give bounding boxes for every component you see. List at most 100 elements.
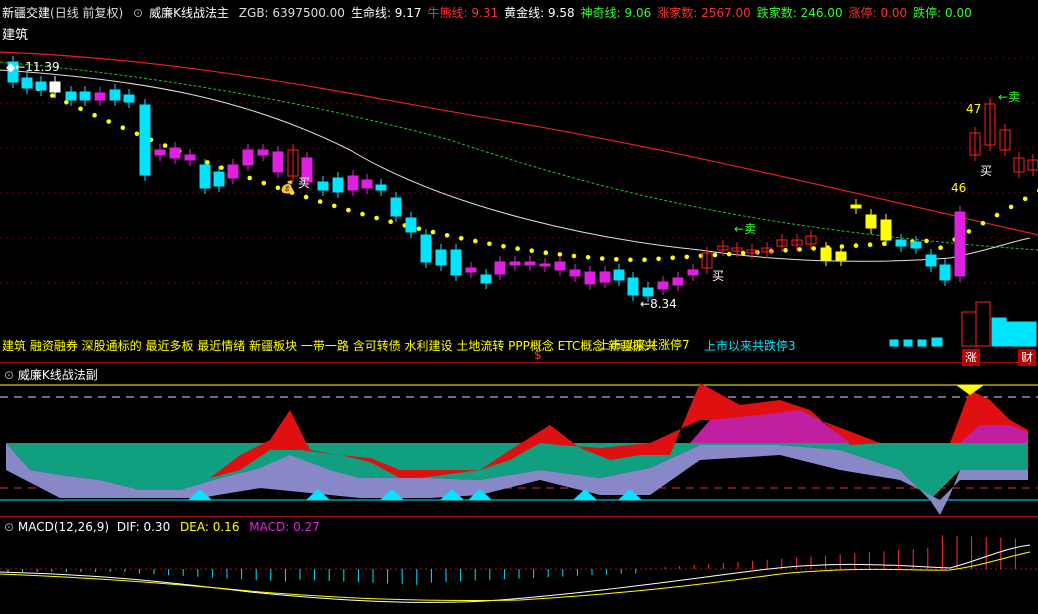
support-dot (261, 180, 267, 186)
candle-body (925, 254, 937, 267)
life-line (0, 69, 1031, 262)
support-dot (614, 257, 619, 262)
support-dot (726, 251, 732, 257)
money-bag-icon: 💰 (280, 180, 295, 194)
macd-title[interactable]: MACD(12,26,9) (18, 520, 109, 534)
candle-body (420, 234, 432, 263)
candle-body (199, 164, 211, 189)
support-dot (473, 238, 478, 244)
sub-indicator-title[interactable]: 威廉K线战法副 (18, 368, 98, 382)
buy-signal-1: 买 (298, 176, 311, 190)
candle-body (524, 261, 536, 266)
macd-label: MACD: 0.27 (249, 520, 320, 534)
support-dot (769, 248, 774, 254)
support-dot (78, 106, 83, 112)
volume-bar (1021, 321, 1037, 347)
limit-up-count: 上市以来共涨停7 (598, 338, 690, 352)
candle-body (332, 177, 344, 193)
dropdown-icon[interactable]: ⊙ (4, 368, 14, 382)
volume-bar (917, 339, 927, 347)
candle-body (65, 91, 77, 101)
candle-body (435, 249, 447, 266)
support-dot (599, 256, 605, 261)
support-dot (360, 211, 365, 217)
support-dot (92, 112, 97, 118)
candle-body (49, 81, 61, 93)
candle-body (895, 239, 907, 247)
candle-body (213, 171, 225, 187)
support-dot (656, 256, 661, 262)
volume-bar (961, 311, 977, 347)
support-dot (501, 244, 506, 249)
candle-body (627, 277, 639, 296)
dea-label: DEA: 0.16 (180, 520, 240, 534)
volume-bar (903, 339, 913, 347)
cai-badge[interactable]: 财 (1018, 349, 1037, 366)
support-dot (303, 194, 309, 200)
candle-body (939, 264, 951, 281)
candle-body (480, 274, 492, 284)
support-dot (120, 125, 126, 130)
support-dot (388, 219, 394, 224)
support-dot (64, 100, 69, 105)
support-dot (811, 246, 816, 251)
support-dot (106, 119, 111, 124)
candle-body (123, 94, 135, 103)
support-dot (487, 241, 492, 247)
support-dot (247, 175, 252, 181)
support-dot (430, 229, 436, 235)
candle-body (227, 164, 239, 179)
support-dot (628, 257, 633, 263)
candle-body (169, 147, 181, 159)
candle-body (687, 269, 699, 276)
candle-body (910, 241, 922, 249)
low-price-label: ←8.34 (640, 297, 677, 311)
volume-bar (931, 337, 943, 347)
panel-divider-2[interactable] (0, 516, 1038, 517)
support-dot (346, 207, 351, 213)
candle-body (599, 271, 611, 283)
support-dot (543, 250, 549, 255)
concept-list: 建筑 融资融券 深股通标的 最近多板 最近情绪 新疆板块 一带一路 含可转债 水… (2, 339, 657, 353)
panel-divider-1[interactable] (0, 362, 1038, 363)
support-dot (924, 238, 929, 244)
count-46-label: 46 (951, 181, 967, 195)
support-dot (783, 248, 788, 253)
volume-bar (991, 317, 1007, 347)
candle-body (79, 91, 91, 101)
support-dot (585, 254, 591, 260)
support-dot (515, 246, 520, 251)
support-dot (642, 257, 647, 263)
buy-signal-2: 买 (712, 269, 725, 283)
candle-body (450, 249, 462, 276)
candle-body (184, 154, 196, 161)
zhang-badge[interactable]: 涨 (962, 349, 981, 366)
candle-body (35, 81, 47, 91)
support-dot (416, 226, 422, 232)
candle-body (554, 261, 566, 271)
sell-signal-2: ←卖 (998, 90, 1021, 104)
candle-body (820, 247, 832, 261)
support-dot (458, 236, 464, 241)
candle-body (317, 181, 329, 191)
candle-body (865, 214, 877, 229)
volume-bar (1006, 321, 1022, 347)
support-dot (698, 253, 704, 259)
candle-body (375, 184, 387, 191)
candle-body (672, 277, 684, 286)
support-dot (205, 160, 210, 165)
candle-body (539, 263, 551, 267)
volume-bar (975, 301, 991, 347)
candle-body (405, 217, 417, 233)
support-dot (1008, 204, 1014, 210)
buy-signal-3: 买 (980, 164, 993, 178)
candle-body (569, 269, 581, 277)
candle-body (94, 92, 106, 101)
macd-header: ⊙ MACD(12,26,9) DIF: 0.30 DEA: 0.16 MACD… (4, 520, 320, 534)
support-dot (797, 247, 802, 252)
candle-body (347, 175, 359, 191)
top-signal-triangle (956, 385, 984, 395)
dropdown-icon[interactable]: ⊙ (4, 520, 14, 534)
support-dot (670, 255, 675, 261)
support-dot (529, 248, 534, 253)
